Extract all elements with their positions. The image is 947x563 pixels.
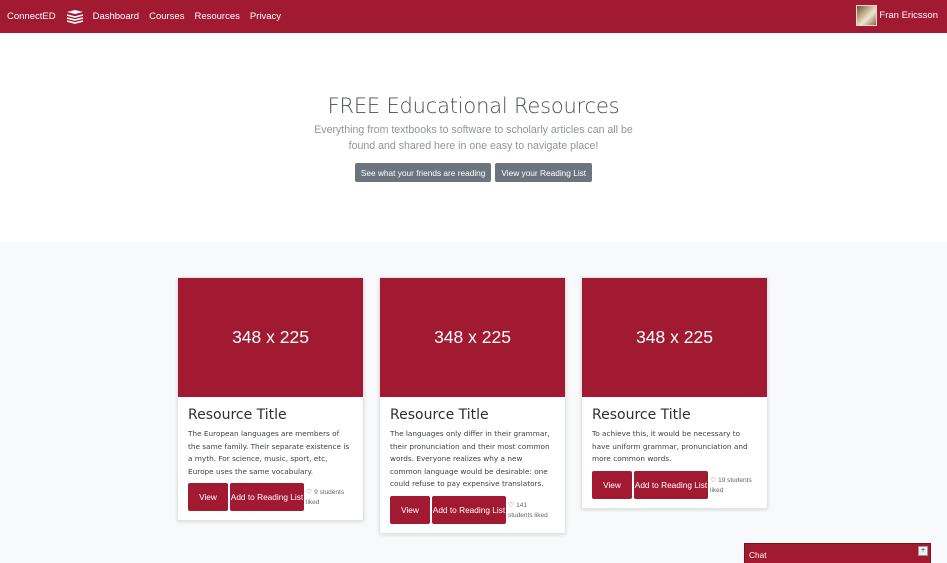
resource-card: 348 x 225 Resource Title To achieve this… <box>581 277 768 509</box>
card-text: The languages only differ in their gramm… <box>390 429 550 488</box>
card-actions: View Add to Reading List ♡ 19 students l… <box>592 470 757 499</box>
likes-count: ♡ 141 students liked <box>508 501 552 521</box>
chat-label[interactable]: Chat <box>749 550 767 560</box>
likes-count: ♡ 9 students liked <box>306 488 350 508</box>
resource-card: 348 x 225 Resource Title The languages o… <box>379 277 566 534</box>
heart-icon[interactable]: ♡ <box>306 488 312 498</box>
hero-buttons: See what your friends are reading View y… <box>0 163 947 182</box>
view-button[interactable]: View <box>390 495 430 524</box>
likes-text: 9 students liked <box>306 489 345 506</box>
resource-card: 348 x 225 Resource Title The European la… <box>177 277 364 521</box>
books-icon[interactable] <box>65 9 85 25</box>
card-text: To achieve this, it would be necessary t… <box>592 429 748 463</box>
card-actions: View Add to Reading List ♡ 9 students li… <box>188 483 353 511</box>
nav-link-courses[interactable]: Courses <box>149 11 184 22</box>
likes-count: ♡ 19 students liked <box>710 476 754 496</box>
card-body: Resource Title The European languages ar… <box>178 397 363 520</box>
resources-album: 348 x 225 Resource Title The European la… <box>0 242 947 563</box>
card-actions: View Add to Reading List ♡ 141 students … <box>390 495 555 524</box>
nav-link-dashboard[interactable]: Dashboard <box>93 11 139 22</box>
heart-icon[interactable]: ♡ <box>710 476 716 486</box>
add-to-reading-list-button[interactable]: Add to Reading List <box>432 495 506 524</box>
chat-widget[interactable]: Chat + <box>744 543 931 563</box>
view-button[interactable]: View <box>188 483 228 511</box>
add-to-reading-list-button[interactable]: Add to Reading List <box>634 470 708 499</box>
avatar[interactable] <box>856 5 878 26</box>
chat-toggle-button[interactable]: + <box>918 546 928 556</box>
nav-link-resources[interactable]: Resources <box>194 11 239 22</box>
card-body: Resource Title To achieve this, it would… <box>582 397 767 508</box>
heart-icon[interactable]: ♡ <box>508 501 514 511</box>
page-title: FREE Educational Resources <box>327 94 620 118</box>
hero-lead-text: Everything from textbooks to software to… <box>314 124 633 152</box>
user-name[interactable]: Fran Ericsson <box>879 10 938 21</box>
reading-list-button[interactable]: View your Reading List <box>495 163 593 182</box>
likes-text: 19 students liked <box>710 476 752 494</box>
likes-text: 141 students liked <box>508 501 548 519</box>
view-button[interactable]: View <box>592 470 632 499</box>
user-menu[interactable]: Fran Ericsson <box>856 5 938 26</box>
card-title: Resource Title <box>188 407 287 423</box>
card-text: The European languages are members of th… <box>188 429 350 476</box>
card-image-placeholder: 348 x 225 <box>582 278 767 397</box>
top-navbar: ConnectED Dashboard Courses Resources Pr… <box>0 0 947 33</box>
nav-links: Dashboard Courses Resources Privacy <box>93 11 291 22</box>
friends-reading-button[interactable]: See what your friends are reading <box>354 163 492 182</box>
card-title: Resource Title <box>592 407 691 423</box>
card-image-placeholder: 348 x 225 <box>178 278 363 397</box>
brand-name[interactable]: ConnectED <box>7 11 56 22</box>
card-title: Resource Title <box>390 407 489 423</box>
card-image-placeholder: 348 x 225 <box>380 278 565 397</box>
add-to-reading-list-button[interactable]: Add to Reading List <box>230 483 304 511</box>
nav-link-privacy[interactable]: Privacy <box>250 11 281 22</box>
hero-section: FREE Educational Resources Everything fr… <box>0 33 947 242</box>
card-body: Resource Title The languages only differ… <box>380 397 565 533</box>
